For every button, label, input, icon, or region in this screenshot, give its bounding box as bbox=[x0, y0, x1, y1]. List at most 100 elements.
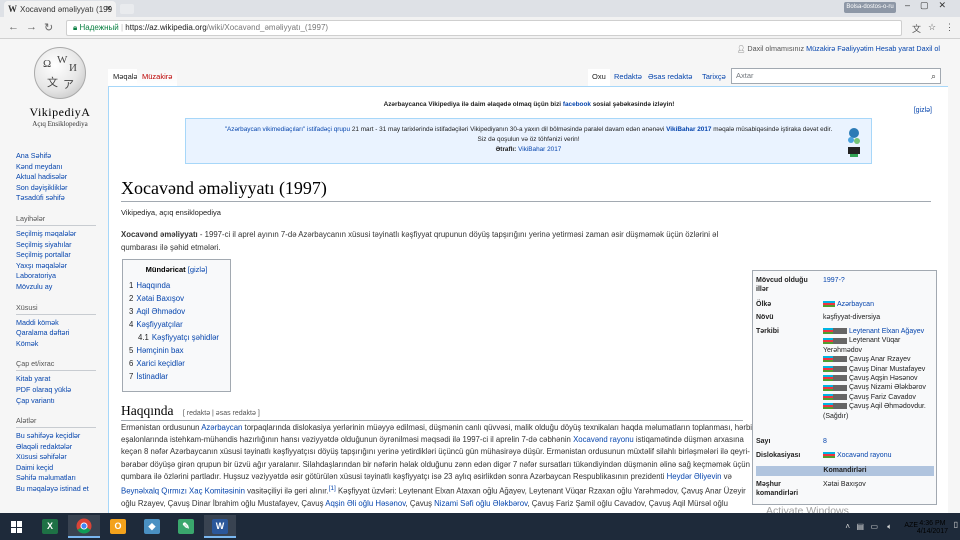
sidebar-item-tool-5[interactable]: Bu məqaləyə istinad et bbox=[16, 484, 108, 495]
action-center-icon[interactable]: ▯ bbox=[954, 520, 958, 529]
tab-edit[interactable]: Redaktə bbox=[610, 69, 646, 86]
tab-read[interactable]: Oxu bbox=[588, 69, 610, 86]
taskbar-app-green[interactable]: ✎ bbox=[170, 515, 202, 538]
infobox-label: Ölkə bbox=[756, 301, 772, 308]
sidebar-item-tool-1[interactable]: Əlaqəli redaktələr bbox=[16, 442, 108, 453]
country-link[interactable]: Azərbaycan bbox=[837, 301, 874, 308]
sidebar-item-tool-4[interactable]: Səhifə məlumatları bbox=[16, 473, 108, 484]
sidebar-item-special-2[interactable]: Kömək bbox=[16, 339, 108, 350]
menu-icon[interactable]: ⋮ bbox=[945, 22, 954, 33]
sidebar-item-special-1[interactable]: Qaralama dəftəri bbox=[16, 328, 108, 339]
taskbar-app-blue[interactable]: ◆ bbox=[136, 515, 168, 538]
page-title: Xocavənd əməliyyatı (1997) bbox=[121, 178, 931, 202]
section-edit-links[interactable]: [ redaktə | əsas redaktə ] bbox=[183, 410, 260, 417]
talk-link[interactable]: Müzakirə bbox=[806, 44, 835, 53]
sidebar-item-project-3[interactable]: Yaxşı məqalələr bbox=[16, 261, 108, 272]
translate-icon[interactable]: 文 bbox=[912, 22, 921, 35]
banner-group-link[interactable]: "Azərbaycan vikimediaçıları" istifadəçi … bbox=[225, 126, 350, 133]
sidebar-item-print-1[interactable]: PDF olaraq yüklə bbox=[16, 385, 108, 396]
sidebar-item-main-4[interactable]: Təsadüfi səhifə bbox=[16, 193, 108, 204]
banner-more-link[interactable]: VikiBahar 2017 bbox=[518, 146, 561, 153]
taskbar-word[interactable]: W bbox=[204, 515, 236, 538]
sidebar-projects: Seçilmiş məqalələr Seçilmiş siyahılar Seçi… bbox=[16, 229, 108, 293]
sidebar-item-project-0[interactable]: Seçilmiş məqalələr bbox=[16, 229, 108, 240]
sidebar-item-special-0[interactable]: Maddi kömək bbox=[16, 318, 108, 329]
sidebar-item-project-1[interactable]: Seçilmiş siyahılar bbox=[16, 240, 108, 251]
bookmark-star-icon[interactable]: ☆ bbox=[928, 22, 936, 33]
address-bar[interactable]: 🔒︎ Надежный | https://az.wikipedia.org/w… bbox=[66, 20, 902, 36]
search-icon[interactable]: ⌕ bbox=[931, 69, 936, 83]
taskbar-chrome[interactable] bbox=[68, 515, 100, 538]
nizami-alakbarov-link[interactable]: Nizami Səfi oğlu Ələkbərov bbox=[434, 499, 527, 508]
tab-talk[interactable]: Müzakirə bbox=[137, 69, 178, 86]
sidebar-item-main-2[interactable]: Aktual hadisələr bbox=[16, 172, 108, 183]
sidebar-item-main-0[interactable]: Ana Səhifə bbox=[16, 151, 108, 162]
infobox-value-link[interactable]: 1997-? bbox=[823, 276, 935, 285]
heydar-aliyev-link[interactable]: Heydər Əliyevin bbox=[667, 472, 722, 481]
volume-icon[interactable]: 🔈︎ bbox=[887, 522, 892, 532]
wikipedia-logo[interactable]: ΩWИ 文ア VikipediyA Açıq Ensiklopediya bbox=[18, 47, 102, 128]
member-name[interactable]: Leytenant Elxan Ağayev bbox=[849, 328, 924, 335]
azerbaijan-link[interactable]: Azərbaycan bbox=[201, 423, 242, 432]
notifications-up-icon[interactable]: ˄ bbox=[845, 522, 850, 531]
sidebar-item-print-0[interactable]: Kitab yarat bbox=[16, 374, 108, 385]
toc-item[interactable]: 6 Xarici keçidlər bbox=[129, 357, 224, 370]
toc-item[interactable]: 2 Xətai Baxışov bbox=[129, 292, 224, 305]
url-host: https://az.wikipedia.org bbox=[125, 23, 207, 32]
browser-tab[interactable]: W Xocavənd əməliyyatı (199 ✕ bbox=[4, 1, 116, 17]
dislocation-link[interactable]: Xocavənd rayonu bbox=[837, 452, 891, 459]
tab-history[interactable]: Tarixçə bbox=[698, 69, 730, 86]
new-tab-button[interactable] bbox=[120, 4, 134, 14]
member-item: Leytenant Vüqar Yerəhmədov bbox=[823, 336, 935, 355]
toc-label: İstinadlar bbox=[136, 372, 168, 381]
create-account-link[interactable]: Hesab yarat bbox=[876, 44, 915, 53]
facebook-link[interactable]: facebook bbox=[563, 101, 591, 108]
infobox-label: Məşhur komandirləri bbox=[756, 481, 799, 498]
toc-item[interactable]: 7 İstinadlar bbox=[129, 370, 224, 383]
secure-label: Надежный bbox=[79, 23, 119, 32]
contributions-link[interactable]: Fəaliyyətim bbox=[837, 44, 873, 53]
reload-icon[interactable]: ↻ bbox=[44, 21, 53, 34]
sidebar-item-project-5[interactable]: Mövzulu ay bbox=[16, 282, 108, 293]
tab-edit-source[interactable]: Əsas redaktə bbox=[644, 69, 696, 86]
banner-vikibahar-link[interactable]: VikiBahar 2017 bbox=[666, 126, 711, 133]
infobox-value-link[interactable]: 8 bbox=[823, 437, 935, 446]
khojavend-link[interactable]: Xocavənd rayonu bbox=[573, 435, 634, 444]
infobox-value: Xocavənd rayonu bbox=[823, 451, 935, 460]
toc-item[interactable]: 3 Aqil Əhmədov bbox=[129, 305, 224, 318]
sidebar-item-tool-3[interactable]: Daimi keçid bbox=[16, 463, 108, 474]
toc-item[interactable]: 5 Həmçinin bax bbox=[129, 344, 224, 357]
battery-icon[interactable]: ▭ bbox=[870, 522, 878, 531]
sidebar-item-project-2[interactable]: Seçilmiş portallar bbox=[16, 250, 108, 261]
start-button[interactable] bbox=[0, 515, 34, 538]
reference-link[interactable]: [1] bbox=[329, 485, 336, 492]
sidebar-item-main-1[interactable]: Kənd meydanı bbox=[16, 162, 108, 173]
aqshin-hasanov-link[interactable]: Aqşin Əli oğlu Həsənov bbox=[325, 499, 405, 508]
search-input[interactable]: Axtar ⌕ bbox=[731, 68, 941, 84]
network-icon[interactable]: ▤ bbox=[856, 522, 864, 531]
toc-item[interactable]: 1 Haqqında bbox=[129, 279, 224, 292]
window-controls[interactable]: –▢✕ bbox=[905, 0, 956, 11]
sidebar: Ana Səhifə Kənd meydanı Aktual hadisələr So… bbox=[16, 151, 108, 495]
toc-hide-link[interactable]: [gizlə] bbox=[188, 265, 208, 274]
personal-tools: 👤︎ Daxil olmamısınız Müzakirə Fəaliyyətim… bbox=[731, 44, 940, 53]
forward-icon[interactable]: → bbox=[26, 21, 37, 33]
sidebar-item-tool-0[interactable]: Bu səhifəyə keçidlər bbox=[16, 431, 108, 442]
back-icon[interactable]: ← bbox=[8, 21, 19, 33]
hide-notice-link[interactable]: [gizlə] bbox=[914, 107, 932, 114]
toc-item[interactable]: 4.1 Kəşfiyyatçı şəhidlər bbox=[129, 331, 224, 344]
toc-item[interactable]: 4 Kəşfiyyatçılar bbox=[129, 318, 224, 331]
section-heading-title: Haqqında bbox=[121, 403, 174, 418]
taskbar-excel[interactable]: X bbox=[34, 515, 66, 538]
profile-button[interactable]: Bolsa-dostos-o-ru bbox=[844, 2, 896, 13]
clock[interactable]: 4:36 PM 4/14/2017 bbox=[917, 520, 948, 536]
sidebar-item-project-4[interactable]: Laboratoriya bbox=[16, 271, 108, 282]
sidebar-item-print-2[interactable]: Çap variantı bbox=[16, 396, 108, 407]
sidebar-item-tool-2[interactable]: Xüsusi səhifələr bbox=[16, 452, 108, 463]
close-tab-icon[interactable]: ✕ bbox=[105, 4, 112, 13]
sidebar-item-main-3[interactable]: Son dəyişikliklər bbox=[16, 183, 108, 194]
login-link[interactable]: Daxil ol bbox=[916, 44, 940, 53]
fb-notice-suffix: sosial şəbəkəsində izləyin! bbox=[592, 101, 675, 108]
red-cross-link[interactable]: Beynəlxalq Qırmızı Xaç Komitəsinin bbox=[121, 487, 245, 496]
taskbar-outlook[interactable]: O bbox=[102, 515, 134, 538]
